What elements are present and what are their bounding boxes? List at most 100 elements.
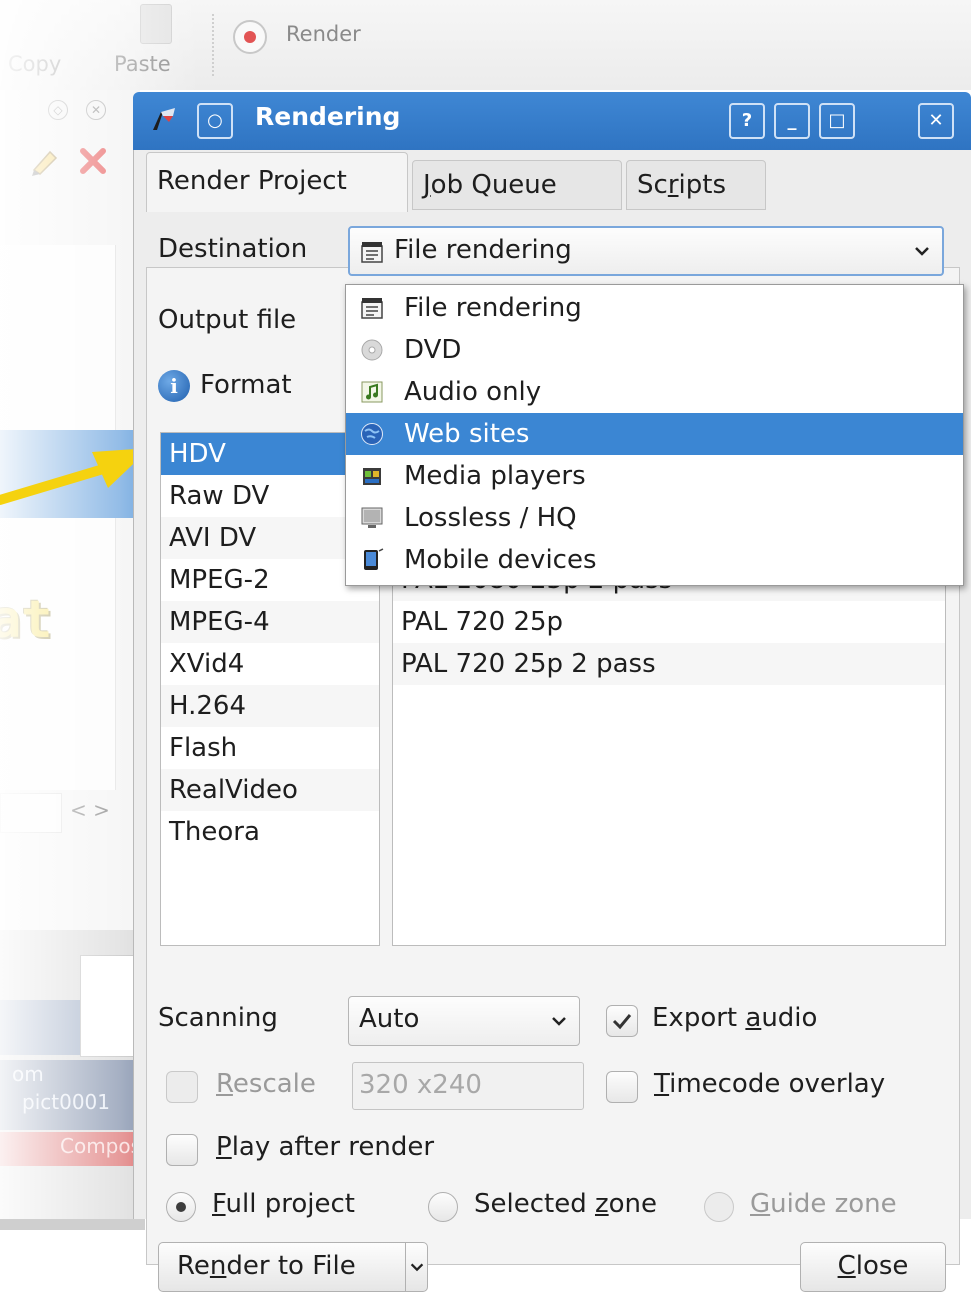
tab-render-project[interactable]: Render Project xyxy=(146,152,408,212)
rendering-dialog: ○ Rendering ? _ □ ✕ Render Project Job Q… xyxy=(133,92,971,1292)
mobile-phone-icon xyxy=(364,548,384,570)
label-accel: P xyxy=(216,1132,232,1162)
play-after-render-checkbox[interactable] xyxy=(166,1134,198,1166)
clip-label: Compos xyxy=(60,1134,142,1158)
option-label: File rendering xyxy=(404,293,582,323)
composite-clip[interactable]: Compos xyxy=(0,1132,145,1166)
destination-dropdown-list[interactable]: File rendering DVD Audio only Web sites xyxy=(345,284,964,586)
destination-option[interactable]: Lossless / HQ xyxy=(346,497,963,539)
scanning-label: Scanning xyxy=(158,1003,278,1033)
export-audio-checkbox[interactable] xyxy=(606,1005,638,1037)
profile-item[interactable]: PAL 720 25p xyxy=(393,601,945,643)
label-accel: R xyxy=(216,1069,233,1099)
timecode-overlay-checkbox[interactable] xyxy=(606,1071,638,1103)
disc-icon xyxy=(361,339,383,361)
paste-button[interactable]: Paste xyxy=(114,52,171,76)
info-icon[interactable]: i xyxy=(158,370,190,402)
help-button[interactable]: ? xyxy=(729,103,765,139)
maximize-button[interactable]: □ xyxy=(819,103,855,139)
nav-arrows[interactable]: < > xyxy=(70,798,110,822)
close-panel-icon[interactable]: ✕ xyxy=(86,100,106,120)
label-part: der to File xyxy=(226,1251,356,1281)
label-part: escale xyxy=(232,1069,316,1099)
label-part: one xyxy=(608,1189,658,1219)
monitor-icon xyxy=(361,507,383,528)
window-menu-button[interactable]: ○ xyxy=(197,103,233,139)
destination-option[interactable]: Audio only xyxy=(346,371,963,413)
destination-option[interactable]: Mobile devices xyxy=(346,539,963,581)
play-after-render-label: Play after render xyxy=(216,1132,434,1162)
tab-job-queue[interactable]: Job Queue xyxy=(412,160,622,210)
button-label: Render to File xyxy=(177,1243,356,1289)
destination-option[interactable]: File rendering xyxy=(346,287,963,329)
render-to-file-button[interactable]: Render to File xyxy=(158,1242,428,1292)
format-item[interactable]: MPEG-4 xyxy=(161,601,379,643)
format-item[interactable]: Theora xyxy=(161,811,379,853)
media-player-icon xyxy=(363,468,381,485)
output-file-label: Output file xyxy=(158,305,297,335)
option-label: Web sites xyxy=(404,419,530,449)
tab-scripts[interactable]: Scripts xyxy=(626,160,766,210)
label-part: ull project xyxy=(225,1189,355,1219)
chevron-down-icon xyxy=(915,247,929,256)
label-accel: G xyxy=(750,1189,771,1219)
left-panel-input[interactable] xyxy=(0,793,62,833)
option-label: Audio only xyxy=(404,377,542,407)
float-panel-icon[interactable]: ◇ xyxy=(48,100,68,120)
label-part: uide zone xyxy=(770,1189,897,1219)
delete-icon[interactable] xyxy=(78,146,108,176)
chevron-down-icon xyxy=(552,1017,566,1026)
format-item[interactable]: XVid4 xyxy=(161,643,379,685)
full-project-radio[interactable] xyxy=(166,1192,196,1222)
timeline-clip[interactable]: om pict0001 xyxy=(0,1060,145,1130)
minimize-button[interactable]: _ xyxy=(774,103,810,139)
destination-option[interactable]: Media players xyxy=(346,455,963,497)
label-accel: a xyxy=(745,1003,762,1033)
label-part: lay after render xyxy=(231,1132,435,1162)
tab-label-accel: r xyxy=(667,170,679,200)
render-menu-toggle[interactable] xyxy=(405,1243,428,1291)
checkmark-icon xyxy=(612,1014,632,1030)
label-accel: z xyxy=(594,1189,609,1219)
full-project-label: Full project xyxy=(212,1189,355,1219)
music-note-icon xyxy=(361,381,383,403)
format-item[interactable]: Flash xyxy=(161,727,379,769)
toolbar-separator xyxy=(212,14,216,76)
rescale-size-input[interactable]: 320 x240 xyxy=(352,1062,584,1110)
rescale-label: Rescale xyxy=(216,1069,316,1099)
dialog-title: Rendering xyxy=(255,102,401,131)
tab-label: ect xyxy=(306,166,347,196)
destination-select[interactable]: File rendering xyxy=(348,226,944,276)
option-label: Lossless / HQ xyxy=(404,503,577,533)
film-clapper-icon xyxy=(361,242,383,263)
close-button[interactable]: Close xyxy=(800,1242,946,1292)
guide-zone-radio[interactable] xyxy=(704,1192,734,1222)
overlay-caption: at xyxy=(0,590,53,650)
option-label: Mobile devices xyxy=(404,545,597,575)
render-record-icon xyxy=(233,20,267,54)
edit-pencil-icon[interactable] xyxy=(28,144,62,178)
label-part: imecode overlay xyxy=(669,1069,886,1099)
selected-zone-radio[interactable] xyxy=(428,1192,458,1222)
format-item[interactable]: H.264 xyxy=(161,685,379,727)
label-accel: C xyxy=(837,1251,856,1281)
render-button[interactable]: Render xyxy=(286,22,361,46)
destination-option-highlighted[interactable]: Web sites xyxy=(346,413,963,455)
format-item[interactable]: RealVideo xyxy=(161,769,379,811)
tab-label-accel: J xyxy=(423,170,431,200)
close-window-button[interactable]: ✕ xyxy=(918,103,954,139)
copy-button[interactable]: Copy xyxy=(8,52,61,76)
dialog-titlebar[interactable]: ○ Rendering ? _ □ ✕ xyxy=(133,92,971,150)
label-part: udio xyxy=(761,1003,818,1033)
selected-zone-label: Selected zone xyxy=(474,1189,657,1219)
label-part: Selected xyxy=(474,1189,595,1219)
option-label: Media players xyxy=(404,461,586,491)
profile-item[interactable]: PAL 720 25p 2 pass xyxy=(393,643,945,685)
scanning-select[interactable]: Auto xyxy=(348,996,580,1046)
rescale-checkbox[interactable] xyxy=(166,1071,198,1103)
clip-label: om xyxy=(12,1062,44,1086)
label-accel: n xyxy=(209,1251,227,1281)
kdenlive-logo-icon xyxy=(153,108,175,130)
destination-option[interactable]: DVD xyxy=(346,329,963,371)
destination-value: File rendering xyxy=(394,235,572,265)
